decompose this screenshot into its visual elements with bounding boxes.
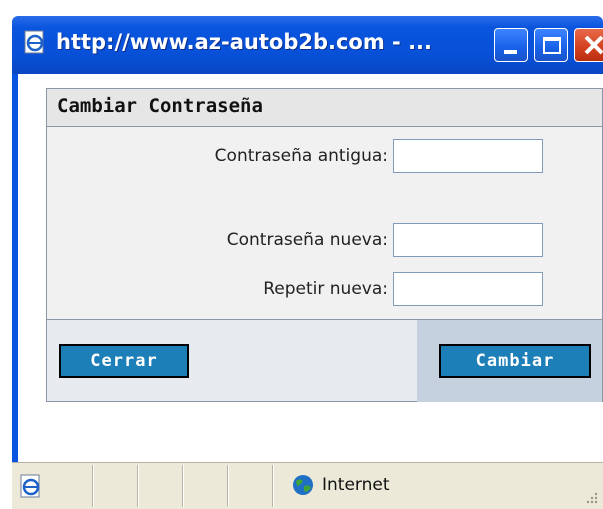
new-password-row: Contraseña nueva:: [47, 223, 602, 257]
title-bar[interactable]: http://www.az-autob2b.com - ...: [12, 16, 603, 74]
status-divider: [137, 465, 138, 507]
repeat-password-row: Repetir nueva:: [47, 272, 602, 306]
resize-grip-icon[interactable]: [585, 491, 599, 505]
ie-page-icon: [20, 474, 40, 498]
panel-title: Cambiar Contraseña: [57, 95, 263, 117]
status-divider: [92, 465, 93, 507]
window-title: http://www.az-autob2b.com - ...: [56, 30, 433, 54]
status-bar: Internet: [12, 462, 603, 509]
status-divider: [182, 465, 183, 507]
old-password-input[interactable]: [393, 139, 543, 173]
repeat-password-label: Repetir nueva:: [263, 279, 388, 299]
repeat-password-input[interactable]: [393, 272, 543, 306]
change-password-button[interactable]: Cambiar: [439, 344, 591, 378]
panel-header: Cambiar Contraseña: [47, 89, 602, 127]
close-button[interactable]: Cerrar: [59, 344, 189, 378]
change-password-panel: Cambiar Contraseña Contraseña antigua: C…: [46, 88, 603, 402]
new-password-input[interactable]: [393, 223, 543, 257]
minimize-icon: [504, 50, 517, 54]
old-password-label: Contraseña antigua:: [214, 146, 388, 166]
page-content: Cambiar Contraseña Contraseña antigua: C…: [18, 74, 603, 462]
close-window-button[interactable]: [574, 28, 603, 62]
minimize-button[interactable]: [494, 28, 528, 62]
security-zone-label: Internet: [322, 475, 390, 495]
maximize-button[interactable]: [534, 28, 568, 62]
ie-page-icon: [24, 30, 44, 54]
status-divider: [272, 465, 273, 507]
maximize-icon: [543, 37, 561, 54]
close-icon: [584, 35, 603, 55]
old-password-row: Contraseña antigua:: [47, 139, 602, 173]
panel-footer: Cerrar Cambiar: [47, 319, 602, 402]
status-divider: [227, 465, 228, 507]
globe-icon: [293, 475, 313, 495]
new-password-label: Contraseña nueva:: [226, 230, 388, 250]
browser-popup-window: http://www.az-autob2b.com - ... Cambiar …: [0, 0, 603, 509]
